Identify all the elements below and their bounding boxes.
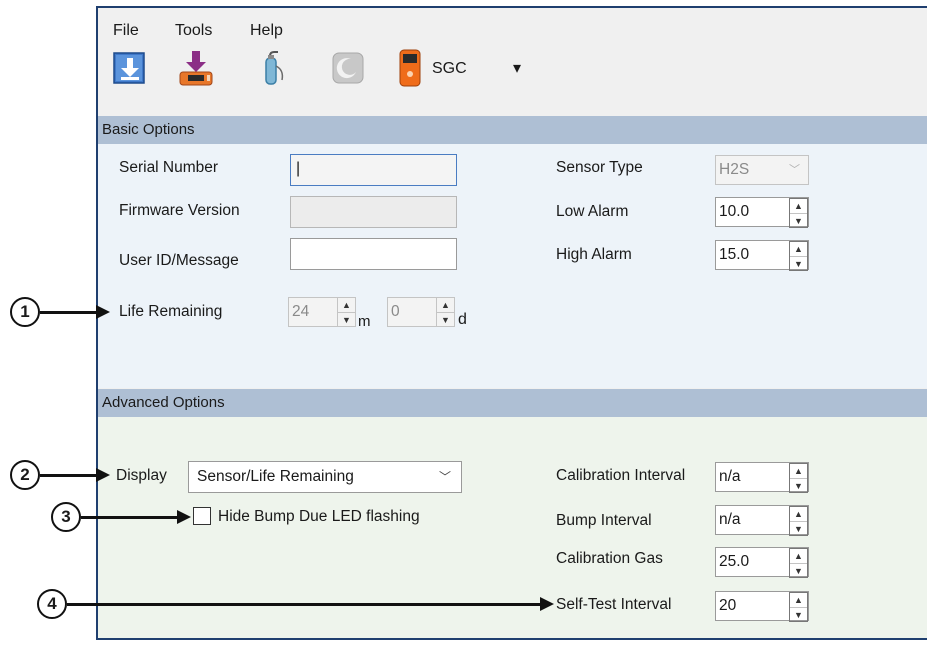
calibration-interval-label: Calibration Interval [556,467,686,484]
callout-4-line [67,603,541,606]
device-dropdown-icon[interactable]: ▾ [513,58,521,78]
self-test-interval-label: Self-Test Interval [556,596,672,613]
calibration-interval-stepper[interactable]: n/a ▲ ▼ [715,462,809,493]
sensor-type-select: H2S ﹀ [715,155,809,185]
menu-help[interactable]: Help [250,22,283,40]
bump-interval-stepper[interactable]: n/a ▲ ▼ [715,505,809,536]
bump-interval-label: Bump Interval [556,512,652,529]
hide-bump-label: Hide Bump Due LED flashing [218,508,420,525]
callout-3: 3 [51,502,81,532]
high-alarm-stepper[interactable]: 15.0 ▲ ▼ [715,240,809,271]
display-select[interactable]: Sensor/Life Remaining ﹀ [188,461,462,493]
callout-1-line [40,311,98,314]
user-id-label: User ID/Message [119,252,239,269]
download-icon[interactable] [112,50,148,86]
hide-bump-checkbox[interactable] [193,507,211,525]
life-remaining-label: Life Remaining [119,303,223,320]
callout-3-line [81,516,177,519]
firmware-version-field [290,196,457,228]
self-test-interval-stepper[interactable]: 20 ▲ ▼ [715,591,809,622]
menu-tools[interactable]: Tools [175,22,212,40]
gas-cylinder-icon[interactable] [254,50,290,86]
low-alarm-label: Low Alarm [556,203,629,220]
device-label: SGC [432,60,467,77]
callout-2-arrow-icon [96,468,110,482]
sleep-mode-icon [330,50,366,86]
chevron-down-icon: ﹀ [438,470,451,484]
menu-file[interactable]: File [113,22,139,40]
callout-4-arrow-icon [540,597,554,611]
upload-device-icon[interactable] [178,50,214,86]
callout-3-arrow-icon [177,510,191,524]
high-alarm-label: High Alarm [556,246,632,263]
gas-detector-icon[interactable] [396,48,432,87]
callout-1: 1 [10,297,40,327]
calibration-gas-label: Calibration Gas [556,550,663,567]
calibration-gas-stepper[interactable]: 25.0 ▲ ▼ [715,547,809,578]
life-months-unit: m [358,313,371,330]
serial-number-label: Serial Number [119,159,219,176]
callout-2: 2 [10,460,40,490]
callout-1-arrow-icon [96,305,110,319]
callout-4: 4 [37,589,67,619]
sensor-type-label: Sensor Type [556,159,643,176]
life-days-unit: d [458,311,467,328]
firmware-version-label: Firmware Version [119,202,240,219]
life-days-stepper[interactable]: 0 ▲ ▼ [387,297,455,327]
life-months-stepper[interactable]: 24 ▲ ▼ [288,297,356,327]
serial-number-input[interactable]: | [290,154,457,186]
advanced-options-header: Advanced Options [98,389,927,417]
low-alarm-stepper[interactable]: 10.0 ▲ ▼ [715,197,809,228]
user-id-input[interactable] [290,238,457,270]
display-label: Display [116,467,167,484]
basic-options-header: Basic Options [98,116,927,144]
callout-2-line [40,474,96,477]
